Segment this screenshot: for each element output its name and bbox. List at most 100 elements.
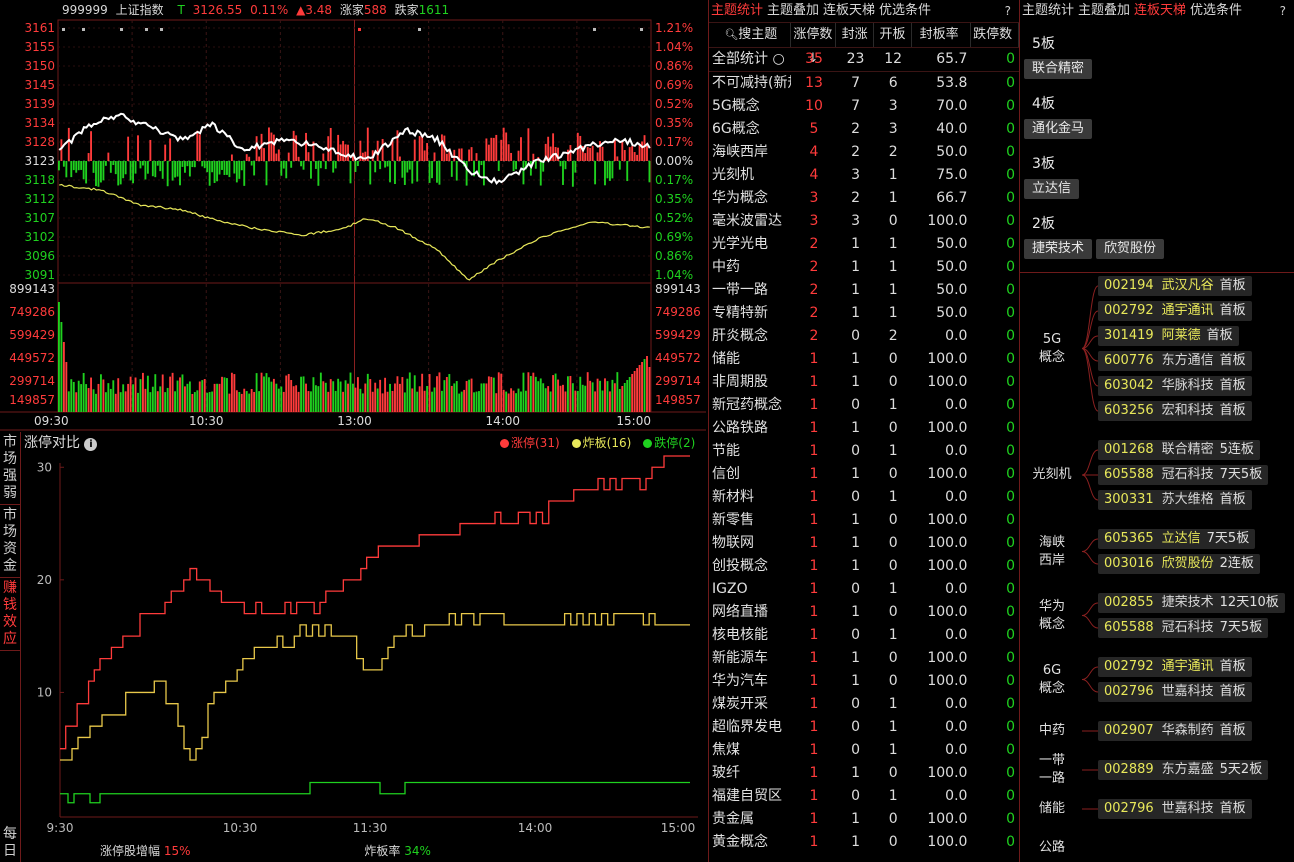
stock-row[interactable]: 002792 通宇通讯 首板 bbox=[1098, 301, 1252, 321]
side-tab[interactable]: 每日 bbox=[0, 824, 20, 862]
mid-tab[interactable]: 优选条件 bbox=[879, 3, 931, 18]
stock-row[interactable]: 001268 联合精密 5连板 bbox=[1098, 440, 1260, 460]
mid-tab[interactable]: 主题统计 bbox=[711, 3, 763, 18]
table-row[interactable]: 超临界发电 1 0 1 0.0 0 bbox=[709, 716, 1019, 739]
stock-chip[interactable]: 欣贺股份 bbox=[1096, 239, 1165, 259]
stock-chip[interactable]: 联合精密 bbox=[1024, 59, 1093, 79]
stock-chip[interactable]: 捷荣技术 bbox=[1024, 239, 1093, 259]
side-tab[interactable]: 赚钱效应 bbox=[0, 578, 20, 651]
table-row[interactable]: 非周期股 1 1 0 100.0 0 bbox=[709, 371, 1019, 394]
mid-tab[interactable]: 连板天梯 bbox=[823, 3, 875, 18]
table-row[interactable]: 新冠药概念 1 0 1 0.0 0 bbox=[709, 394, 1019, 417]
breadth-up-bar bbox=[418, 136, 421, 161]
volume-bar bbox=[428, 374, 431, 412]
sealed-count: 1 bbox=[851, 420, 861, 436]
right-tab[interactable]: 优选条件 bbox=[1190, 3, 1242, 18]
right-tab[interactable]: 连板天梯 bbox=[1134, 3, 1186, 18]
search-theme-button[interactable]: 🔍︎搜主题 bbox=[709, 23, 791, 47]
table-row[interactable]: 物联网 1 1 0 100.0 0 bbox=[709, 532, 1019, 555]
stock-row[interactable]: 002792 通宇通讯 首板 bbox=[1098, 657, 1252, 677]
column-header[interactable]: 跌停数 bbox=[971, 23, 1019, 47]
right-tab[interactable]: 主题叠加 bbox=[1078, 3, 1130, 18]
table-row[interactable]: 一带一路 2 1 1 50.0 0 bbox=[709, 279, 1019, 302]
stock-chip[interactable]: 立达信 bbox=[1024, 179, 1080, 199]
breadth-up-bar bbox=[337, 134, 340, 161]
stock-row[interactable]: 002796 世嘉科技 首板 bbox=[1098, 799, 1252, 819]
table-row[interactable]: 海峡西岸 4 2 2 50.0 0 bbox=[709, 141, 1019, 164]
stock-row[interactable]: 002796 世嘉科技 首板 bbox=[1098, 682, 1252, 702]
footer-value-1: 15% bbox=[163, 844, 191, 858]
table-row[interactable]: 煤炭开采 1 0 1 0.0 0 bbox=[709, 693, 1019, 716]
table-row[interactable]: 新材料 1 0 1 0.0 0 bbox=[709, 486, 1019, 509]
mid-tab[interactable]: 主题叠加 bbox=[767, 3, 819, 18]
column-header[interactable]: 封板率 bbox=[912, 23, 972, 47]
table-row[interactable]: 信创 1 1 0 100.0 0 bbox=[709, 463, 1019, 486]
table-row[interactable]: 6G概念 5 2 3 40.0 0 bbox=[709, 118, 1019, 141]
table-row[interactable]: 新能源车 1 1 0 100.0 0 bbox=[709, 647, 1019, 670]
sealed-count: 1 bbox=[851, 650, 861, 666]
breadth-up-bar bbox=[584, 153, 587, 161]
stock-row[interactable]: 002907 华森制药 首板 bbox=[1098, 721, 1252, 741]
table-row[interactable]: 中药 2 1 1 50.0 0 bbox=[709, 256, 1019, 279]
theme-name: 光刻机 bbox=[712, 167, 754, 183]
stock-row[interactable]: 603042 华脉科技 首板 bbox=[1098, 376, 1252, 396]
side-tab[interactable]: 市场强弱 bbox=[0, 432, 20, 505]
stock-code: 002796 bbox=[1104, 684, 1154, 699]
table-row[interactable]: 全部统计 ○ 35 23 12 65.7 0 bbox=[709, 48, 1019, 72]
stock-row[interactable]: 605365 立达信 7天5板 bbox=[1098, 529, 1256, 549]
board-count: 7天5板 bbox=[1206, 531, 1250, 546]
table-row[interactable]: 专精特新 2 1 1 50.0 0 bbox=[709, 302, 1019, 325]
stock-row[interactable]: 603256 宏和科技 首板 bbox=[1098, 401, 1252, 421]
info-icon[interactable]: i bbox=[84, 438, 98, 451]
table-row[interactable]: 毫米波雷达 3 3 0 100.0 0 bbox=[709, 210, 1019, 233]
column-header[interactable]: 封涨 bbox=[836, 23, 875, 47]
table-row[interactable]: 网络直播 1 1 0 100.0 0 bbox=[709, 601, 1019, 624]
stock-row[interactable]: 605588 冠石科技 7天5板 bbox=[1098, 465, 1269, 485]
table-row[interactable]: 福建自贸区 1 0 1 0.0 0 bbox=[709, 785, 1019, 808]
help-icon[interactable]: ? bbox=[1005, 0, 1011, 22]
side-tab[interactable]: 市场资金 bbox=[0, 505, 20, 578]
stock-row[interactable]: 002194 武汉凡谷 首板 bbox=[1098, 276, 1252, 296]
volume-bar bbox=[638, 365, 641, 412]
table-row[interactable]: 创投概念 1 1 0 100.0 0 bbox=[709, 555, 1019, 578]
intraday-chart[interactable]: 3161 1.21% 3155 1.04% 3150 0.86% 3145 0.69% 3139… bbox=[0, 0, 706, 432]
stock-row[interactable]: 605588 冠石科技 7天5板 bbox=[1098, 618, 1269, 638]
volume-bar bbox=[522, 372, 525, 412]
table-row[interactable]: 节能 1 0 1 0.0 0 bbox=[709, 440, 1019, 463]
table-row[interactable]: 黄金概念 1 1 0 100.0 0 bbox=[709, 831, 1019, 854]
table-row[interactable]: 新零售 1 1 0 100.0 0 bbox=[709, 509, 1019, 532]
stock-row[interactable]: 002889 东方嘉盛 5天2板 bbox=[1098, 760, 1269, 780]
column-header[interactable]: 涨停数↓ bbox=[791, 23, 837, 66]
table-row[interactable]: 贵金属 1 1 0 100.0 0 bbox=[709, 808, 1019, 831]
table-row[interactable]: 不可减持(新规) 13 7 6 53.8 0 bbox=[709, 72, 1019, 95]
column-header[interactable]: 开板 bbox=[874, 23, 912, 47]
seal-rate: 66.7 bbox=[936, 190, 968, 206]
table-row[interactable]: 华为概念 3 2 1 66.7 0 bbox=[709, 187, 1019, 210]
table-row[interactable]: 光学光电 2 1 1 50.0 0 bbox=[709, 233, 1019, 256]
breadth-up-bar bbox=[137, 135, 139, 161]
sealed-count: 3 bbox=[851, 213, 861, 229]
stock-row[interactable]: 002855 捷荣技术 12天10板 bbox=[1098, 593, 1285, 613]
table-row[interactable]: 肝炎概念 2 0 2 0.0 0 bbox=[709, 325, 1019, 348]
stock-row[interactable]: 300331 苏大维格 首板 bbox=[1098, 490, 1252, 510]
sealed-count: 7 bbox=[851, 98, 861, 114]
help-icon[interactable]: ? bbox=[1280, 0, 1286, 22]
table-row[interactable]: 华为汽车 1 1 0 100.0 0 bbox=[709, 670, 1019, 693]
table-row[interactable]: 公路铁路 1 1 0 100.0 0 bbox=[709, 417, 1019, 440]
table-row[interactable]: 光刻机 4 3 1 75.0 0 bbox=[709, 164, 1019, 187]
stock-row[interactable]: 301419 阿莱德 首板 bbox=[1098, 326, 1239, 346]
table-row[interactable]: 玻纤 1 1 0 100.0 0 bbox=[709, 762, 1019, 785]
stock-row[interactable]: 003016 欣贺股份 2连板 bbox=[1098, 554, 1260, 574]
table-row[interactable]: 核电核能 1 0 1 0.0 0 bbox=[709, 624, 1019, 647]
table-row[interactable]: 储能 1 1 0 100.0 0 bbox=[709, 348, 1019, 371]
table-row[interactable]: 焦煤 1 0 1 0.0 0 bbox=[709, 739, 1019, 762]
table-row[interactable]: IGZO 1 0 1 0.0 0 bbox=[709, 578, 1019, 601]
table-row[interactable]: 5G概念 10 7 3 70.0 0 bbox=[709, 95, 1019, 118]
stock-chip[interactable]: 通化金马 bbox=[1024, 119, 1093, 139]
volume-bar bbox=[305, 383, 307, 412]
right-tab[interactable]: 主题统计 bbox=[1022, 3, 1074, 18]
volume-bar bbox=[463, 389, 466, 412]
stock-row[interactable]: 600776 东方通信 首板 bbox=[1098, 351, 1252, 371]
pct-tick-label: 0.17% bbox=[655, 135, 693, 149]
breadth-down-bar bbox=[134, 161, 137, 174]
